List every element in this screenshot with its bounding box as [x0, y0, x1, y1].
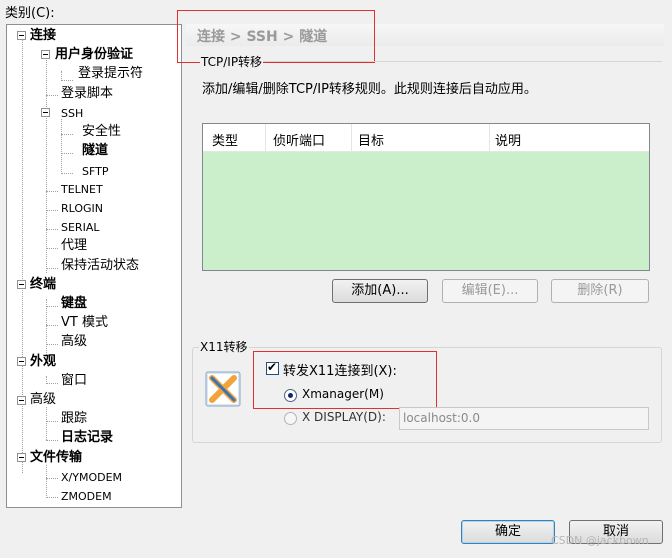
collapse-icon[interactable]: [41, 108, 50, 117]
tree-item-file-transfer[interactable]: 文件传输: [30, 450, 82, 466]
tree-line: [46, 210, 58, 211]
column-header-listen-port[interactable]: 侦听端口: [273, 130, 325, 149]
tree-line: [46, 465, 47, 498]
tree-item-login-prompts[interactable]: 登录提示符: [78, 66, 143, 82]
tree-item-login-scripts[interactable]: 登录脚本: [61, 86, 113, 102]
ok-button[interactable]: 确定: [461, 520, 555, 544]
tree-item-ssh[interactable]: SSH: [61, 106, 83, 122]
tree-item-connection[interactable]: 连接: [30, 28, 56, 44]
tree-line: [46, 95, 58, 96]
tree-line: [46, 248, 58, 249]
tree-line: [61, 134, 73, 135]
forwarding-rules-list[interactable]: 类型 侦听端口 目标 说明: [202, 123, 650, 271]
xmanager-label: Xmanager(M): [302, 387, 384, 401]
tree-item-tunneling[interactable]: 隧道: [82, 143, 108, 159]
tree-item-keep-alive[interactable]: 保持活动状态: [61, 258, 139, 274]
tree-line: [46, 407, 47, 440]
column-separator: [351, 124, 352, 152]
tree-line: [46, 191, 58, 192]
tree-line: [46, 497, 58, 498]
tree-line: [61, 173, 73, 174]
tree-item-window[interactable]: 窗口: [61, 373, 87, 389]
collapse-icon[interactable]: [17, 357, 26, 366]
column-header-destination[interactable]: 目标: [358, 130, 384, 149]
tree-line: [46, 299, 47, 355]
tree-item-appearance[interactable]: 外观: [30, 354, 56, 370]
delete-rule-button[interactable]: 删除(R): [551, 279, 649, 303]
tree-item-authentication[interactable]: 用户身份验证: [55, 47, 133, 63]
tree-line: [61, 153, 73, 154]
xmanager-radio[interactable]: [284, 389, 297, 402]
tree-item-sftp[interactable]: SFTP: [82, 164, 108, 180]
category-label: 类别(C):: [5, 6, 55, 21]
tree-item-terminal-advanced[interactable]: 高级: [61, 334, 87, 350]
group-divider: [244, 61, 662, 62]
edit-rule-button[interactable]: 编辑(E)...: [442, 279, 538, 303]
collapse-icon[interactable]: [41, 50, 50, 59]
list-header: 类型 侦听端口 目标 说明: [203, 124, 649, 152]
forward-x11-checkbox[interactable]: ✔: [266, 360, 279, 375]
tree-item-terminal[interactable]: 终端: [30, 277, 56, 293]
tree-line: [46, 325, 58, 326]
collapse-icon[interactable]: [17, 396, 26, 405]
xmanager-logo-icon: [205, 371, 241, 407]
xdisplay-input[interactable]: localhost:0.0: [399, 407, 649, 430]
tree-item-trace[interactable]: 跟踪: [61, 411, 87, 427]
tree-line: [22, 38, 23, 473]
column-header-description[interactable]: 说明: [495, 130, 521, 149]
column-separator: [489, 124, 490, 152]
tree-item-logging[interactable]: 日志记录: [61, 430, 113, 446]
tree-item-telnet[interactable]: TELNET: [61, 182, 103, 198]
tree-item-keyboard[interactable]: 键盘: [61, 296, 87, 312]
collapse-icon[interactable]: [17, 31, 26, 40]
tree-line: [46, 440, 58, 441]
x11-group-title: X11转移: [199, 338, 249, 355]
column-header-type[interactable]: 类型: [212, 130, 238, 149]
watermark: CSDN @jackbown: [551, 534, 649, 547]
tree-line: [61, 71, 62, 79]
tree-line: [46, 55, 47, 273]
collapse-icon[interactable]: [17, 280, 26, 289]
tree-line: [46, 478, 58, 479]
xdisplay-radio[interactable]: [284, 412, 297, 425]
tree-line: [61, 80, 73, 81]
tcpip-description: 添加/编辑/删除TCP/IP转移规则。此规则连接后自动应用。: [202, 82, 537, 97]
category-tree[interactable]: 连接 用户身份验证 登录提示符 登录脚本 SSH 安全性 隧道 SFTP TEL…: [6, 24, 182, 508]
tcpip-group-title: TCP/IP转移: [200, 53, 264, 70]
tree-item-advanced[interactable]: 高级: [30, 392, 56, 408]
tree-item-vt-modes[interactable]: VT 模式: [61, 315, 108, 331]
tree-item-rlogin[interactable]: RLOGIN: [61, 201, 103, 217]
tree-item-serial[interactable]: SERIAL: [61, 220, 99, 236]
tree-line: [46, 268, 58, 269]
tree-line: [46, 383, 58, 384]
add-rule-button[interactable]: 添加(A)...: [332, 279, 428, 303]
column-separator: [265, 124, 266, 152]
collapse-icon[interactable]: [17, 453, 26, 462]
tree-item-xymodem[interactable]: X/YMODEM: [61, 470, 122, 486]
tree-item-zmodem[interactable]: ZMODEM: [61, 489, 112, 505]
tree-line: [46, 229, 58, 230]
xdisplay-label: X DISPLAY(D):: [302, 410, 386, 424]
tree-line: [46, 421, 58, 422]
tree-item-security[interactable]: 安全性: [82, 124, 121, 140]
tree-item-proxy[interactable]: 代理: [61, 238, 87, 254]
forward-x11-label: 转发X11连接到(X):: [283, 364, 397, 379]
tree-line: [61, 119, 62, 174]
tree-line: [46, 306, 58, 307]
tree-line: [46, 344, 58, 345]
